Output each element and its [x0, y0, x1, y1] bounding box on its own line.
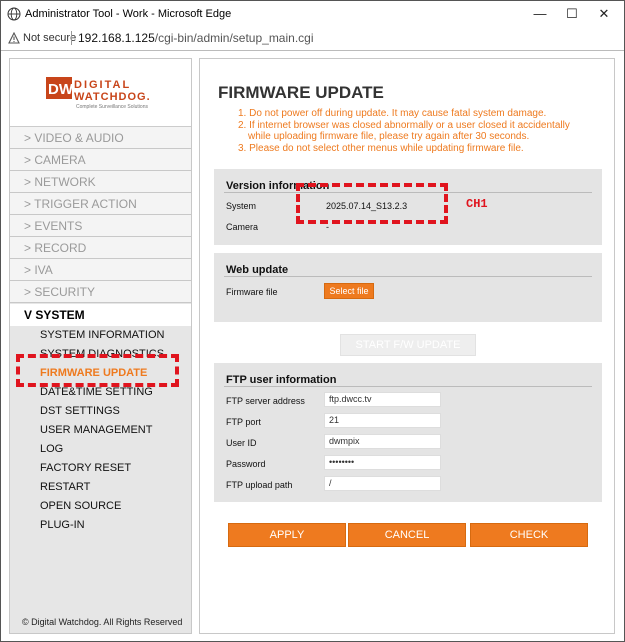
page-title: FIRMWARE UPDATE	[218, 83, 384, 102]
warning-icon[interactable]	[8, 32, 20, 44]
warning-line-1: 1. Do not power off during update. It ma…	[238, 108, 547, 119]
start-fw-update-button[interactable]: START F/W UPDATE	[340, 334, 476, 356]
user-id-input[interactable]: dwmpix	[324, 434, 441, 449]
check-button[interactable]: CHECK	[470, 523, 588, 547]
logo-line1: DIGITAL	[74, 79, 132, 91]
minimize-icon[interactable]: —	[531, 5, 549, 23]
warning-line-4: 3. Please do not select other menus whil…	[238, 143, 524, 154]
submenu-dst-settings[interactable]: DST SETTINGS	[40, 403, 120, 419]
main-content: FIRMWARE UPDATE 1. Do not power off duri…	[199, 58, 615, 634]
password-input[interactable]: ••••••••	[324, 455, 441, 470]
maximize-icon[interactable]: ☐	[563, 5, 581, 23]
ftp-divider	[224, 386, 592, 387]
user-id-label: User ID	[226, 438, 257, 448]
logo-tagline: Complete Surveillance Solutions	[76, 104, 148, 110]
ftp-upload-path-input[interactable]: /	[324, 476, 441, 491]
menu-security[interactable]: > SECURITY	[10, 281, 191, 303]
ftp-title: FTP user information	[226, 374, 337, 386]
menu-system[interactable]: V SYSTEM	[10, 304, 191, 326]
close-icon[interactable]: ✕	[595, 5, 613, 23]
ftp-port-input[interactable]: 21	[324, 413, 441, 428]
apply-button[interactable]: APPLY	[228, 523, 346, 547]
warning-line-2: 2. If internet browser was closed abnorm…	[238, 120, 570, 131]
globe-icon	[7, 7, 21, 21]
submenu-restart[interactable]: RESTART	[40, 479, 90, 495]
browser-window: Administrator Tool - Work - Microsoft Ed…	[0, 0, 625, 642]
logo-box: DW DIGITAL WATCHDOG. Complete Surveillan…	[10, 59, 191, 127]
menu-trigger-action[interactable]: > TRIGGER ACTION	[10, 193, 191, 215]
logo-line2: WATCHDOG.	[74, 91, 151, 103]
sidebar: DW DIGITAL WATCHDOG. Complete Surveillan…	[9, 58, 192, 634]
select-file-button[interactable]: Select file	[324, 283, 374, 299]
address-separator	[71, 31, 72, 45]
ftp-server-input[interactable]: ftp.dwcc.tv	[324, 392, 441, 407]
submenu-plug-in[interactable]: PLUG-IN	[40, 517, 85, 533]
menu-record[interactable]: > RECORD	[10, 237, 191, 259]
ftp-port-label: FTP port	[226, 417, 261, 427]
warning-line-3: while uploading firmware file, please tr…	[248, 131, 530, 142]
highlight-firmware-menu	[16, 354, 179, 387]
submenu-user-management[interactable]: USER MANAGEMENT	[40, 422, 152, 438]
window-title: Administrator Tool - Work - Microsoft Ed…	[25, 8, 232, 20]
menu-network[interactable]: > NETWORK	[10, 171, 191, 193]
submenu-system-information[interactable]: SYSTEM INFORMATION	[40, 327, 164, 343]
submenu-log[interactable]: LOG	[40, 441, 63, 457]
ftp-server-label: FTP server address	[226, 396, 305, 406]
address-bar[interactable]: Not secure 192.168.1.125/cgi-bin/admin/s…	[1, 27, 624, 49]
web-update-divider	[224, 276, 592, 277]
system-label: System	[226, 201, 257, 211]
menu-camera[interactable]: > CAMERA	[10, 149, 191, 171]
copyright-footer: © Digital Watchdog. All Rights Reserved	[22, 617, 183, 627]
url-path: /cgi-bin/admin/setup_main.cgi	[154, 31, 314, 45]
title-bar: Administrator Tool - Work - Microsoft Ed…	[1, 1, 624, 27]
submenu-factory-reset[interactable]: FACTORY RESET	[40, 460, 131, 476]
cancel-button[interactable]: CANCEL	[348, 523, 466, 547]
ftp-upload-path-label: FTP upload path	[226, 480, 293, 490]
menu-video-audio[interactable]: > VIDEO & AUDIO	[10, 127, 191, 149]
menu-iva[interactable]: > IVA	[10, 259, 191, 281]
not-secure-label[interactable]: Not secure	[23, 32, 76, 44]
web-page: DW DIGITAL WATCHDOG. Complete Surveillan…	[1, 50, 624, 641]
ftp-panel: FTP user information FTP server address …	[214, 363, 602, 502]
dw-logo-icon: DW	[46, 77, 72, 99]
firmware-file-label: Firmware file	[226, 287, 278, 297]
highlight-version	[296, 183, 448, 224]
camera-label: Camera	[226, 222, 259, 232]
web-update-title: Web update	[226, 264, 289, 276]
menu-events[interactable]: > EVENTS	[10, 215, 191, 237]
ch1-label: CH1	[466, 197, 488, 211]
url-text[interactable]: 192.168.1.125/cgi-bin/admin/setup_main.c…	[78, 31, 314, 45]
web-update-panel: Web update Firmware file Select file	[214, 253, 602, 322]
svg-text:DW: DW	[48, 81, 72, 98]
submenu-open-source[interactable]: OPEN SOURCE	[40, 498, 121, 514]
url-host: 192.168.1.125	[78, 31, 155, 45]
password-label: Password	[226, 459, 266, 469]
